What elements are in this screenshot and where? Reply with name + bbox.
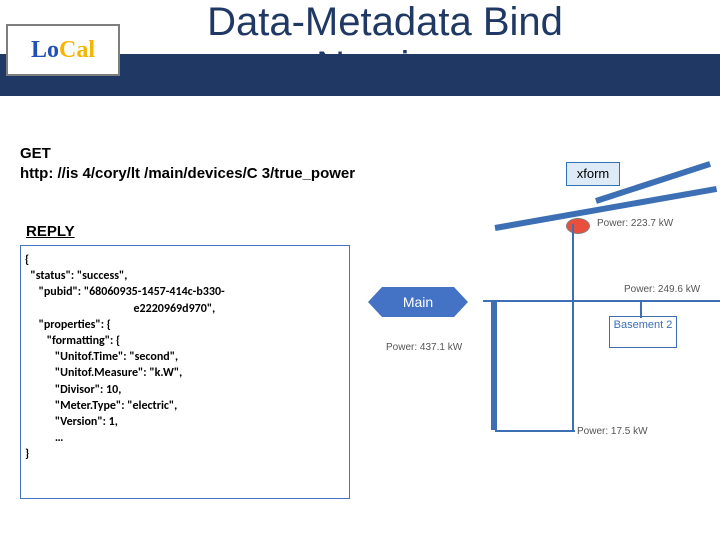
chevron-right-icon (454, 287, 468, 317)
diagram-line (572, 224, 574, 302)
slide-title: Data-Metadata Bind Naming (160, 0, 610, 88)
highlight-ellipse-icon (566, 218, 590, 234)
logo: LoCal (6, 24, 120, 76)
reply-label: REPLY (26, 223, 75, 240)
basement-box: Basement 2 (609, 316, 677, 348)
logo-cal: Cal (59, 37, 95, 63)
main-arrow-label: Main (382, 287, 454, 317)
diagram-line (572, 300, 574, 430)
slide: LoCal Data-Metadata Bind Naming GET http… (0, 0, 720, 540)
power-label-bottom: Power: 17.5 kW (577, 426, 648, 437)
request-method: GET (20, 145, 51, 162)
diagram-line (495, 430, 575, 432)
logo-text: LoCal (31, 37, 95, 64)
power-label-top: Power: 223.7 kW (597, 218, 673, 229)
main-arrow: Main (368, 287, 468, 317)
reply-body: { "status": "success", "pubid": "6806093… (20, 245, 350, 499)
logo-lo: Lo (31, 37, 59, 63)
request-url: http: //is 4/cory/lt /main/devices/C 3/t… (20, 165, 355, 182)
chevron-left-icon (368, 287, 382, 317)
diagram-line (640, 300, 642, 318)
power-label-right: Power: 249.6 kW (624, 284, 700, 295)
xform-box: xform (566, 162, 620, 186)
diagram-line (572, 300, 720, 302)
diagram-line (491, 300, 497, 430)
power-label-mid: Power: 437.1 kW (386, 342, 462, 353)
